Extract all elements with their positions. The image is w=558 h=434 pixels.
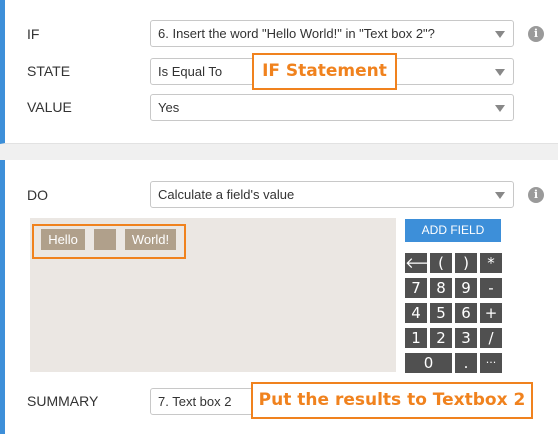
key-8[interactable]: 8 [430,278,452,298]
key-1[interactable]: 1 [405,328,427,348]
summary-label: SUMMARY [27,393,99,409]
formula-token-space[interactable] [94,229,116,250]
results-callout: Put the results to Textbox 2 [251,382,533,419]
key-0[interactable]: 0 [405,353,452,373]
formula-token[interactable]: World! [125,229,176,250]
key-plus[interactable]: + [480,303,502,323]
summary-field-select[interactable]: 7. Text box 2 [150,388,260,415]
key-9[interactable]: 9 [455,278,477,298]
if-field-value: 6. Insert the word "Hello World!" in "Te… [158,26,435,41]
do-label: DO [27,187,48,203]
do-action-value: Calculate a field's value [158,187,295,202]
value-label: VALUE [27,99,72,115]
value-value: Yes [158,100,180,115]
value-select[interactable]: Yes [150,94,514,121]
key-divide[interactable]: / [480,328,502,348]
if-label: IF [27,26,40,42]
state-label: STATE [27,63,71,79]
state-value: Is Equal To [158,64,223,79]
key-multiply[interactable]: * [480,253,502,273]
key-4[interactable]: 4 [405,303,427,323]
key-open-paren[interactable]: ( [430,253,452,273]
key-minus[interactable]: - [480,278,502,298]
key-more[interactable]: ··· [480,353,502,373]
if-field-select[interactable]: 6. Insert the word "Hello World!" in "Te… [150,20,514,47]
chevron-down-icon [495,31,505,38]
key-close-paren[interactable]: ) [455,253,477,273]
chevron-down-icon [495,69,505,76]
key-2[interactable]: 2 [430,328,452,348]
backspace-key[interactable]: 🡐 [405,253,445,273]
key-3[interactable]: 3 [455,328,477,348]
summary-field-value: 7. Text box 2 [158,394,232,409]
key-6[interactable]: 6 [455,303,477,323]
info-icon[interactable]: i [528,187,544,203]
key-7[interactable]: 7 [405,278,427,298]
chevron-down-icon [495,192,505,199]
key-5[interactable]: 5 [430,303,452,323]
chevron-down-icon [495,105,505,112]
info-icon[interactable]: i [528,26,544,42]
if-statement-callout: IF Statement [252,53,397,90]
do-action-select[interactable]: Calculate a field's value [150,181,514,208]
key-decimal[interactable]: . [455,353,477,373]
formula-token[interactable]: Hello [41,229,85,250]
add-field-button[interactable]: ADD FIELD [405,219,501,242]
